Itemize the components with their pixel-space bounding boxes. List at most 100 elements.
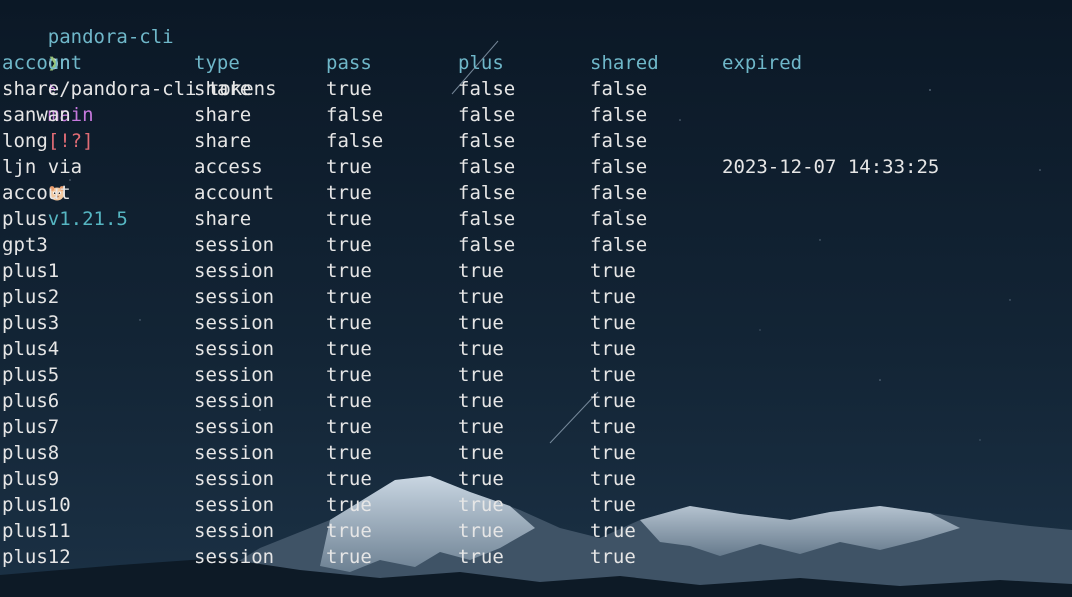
cell-plus: false: [458, 78, 516, 100]
cell-pass: true: [326, 312, 372, 334]
table-row: plus share true false false: [2, 206, 1002, 232]
cell-plus: true: [458, 260, 504, 282]
table-row: plus10 session true true true: [2, 492, 1002, 518]
table-row: plus3 session true true true: [2, 310, 1002, 336]
cell-shared: true: [590, 546, 636, 568]
table-row: share share true false false: [2, 76, 1002, 102]
cell-shared: false: [590, 208, 648, 230]
terminal-window[interactable]: pandora-cli on main [!?] via v1.21.5 ❯ .…: [0, 0, 1072, 597]
table-row: accout account true false false: [2, 180, 1002, 206]
cell-type: session: [194, 520, 275, 542]
header-account: account: [2, 52, 83, 74]
cell-account: plus6: [2, 390, 60, 412]
cell-plus: true: [458, 494, 504, 516]
table-row: plus4 session true true true: [2, 336, 1002, 362]
cell-shared: false: [590, 234, 648, 256]
cell-account: plus9: [2, 468, 60, 490]
cell-type: session: [194, 442, 275, 464]
cell-shared: false: [590, 104, 648, 126]
cell-type: share: [194, 130, 252, 152]
cell-type: account: [194, 182, 275, 204]
table-row: plus9 session true true true: [2, 466, 1002, 492]
table-row: plus12 session true true true: [2, 544, 1002, 570]
cell-plus: true: [458, 442, 504, 464]
cell-pass: true: [326, 390, 372, 412]
cell-account: plus2: [2, 286, 60, 308]
cell-pass: true: [326, 78, 372, 100]
cell-type: session: [194, 546, 275, 568]
cell-account: plus10: [2, 494, 71, 516]
cell-pass: true: [326, 234, 372, 256]
cell-type: session: [194, 234, 275, 256]
table-row: plus5 session true true true: [2, 362, 1002, 388]
cell-plus: true: [458, 286, 504, 308]
table-row: plus7 session true true true: [2, 414, 1002, 440]
cell-account: plus12: [2, 546, 71, 568]
cell-shared: true: [590, 442, 636, 464]
cell-account: plus4: [2, 338, 60, 360]
cell-shared: false: [590, 130, 648, 152]
cell-pass: true: [326, 442, 372, 464]
cell-pass: true: [326, 364, 372, 386]
cell-account: sanwan: [2, 104, 71, 126]
cell-type: session: [194, 494, 275, 516]
prompt-line: pandora-cli on main [!?] via v1.21.5: [2, 0, 174, 230]
cell-pass: true: [326, 208, 372, 230]
cell-account: share: [2, 78, 60, 100]
header-expired: expired: [722, 52, 803, 74]
cell-account: accout: [2, 182, 71, 204]
cell-plus: false: [458, 156, 516, 178]
cell-account: ljn: [2, 156, 37, 178]
table-row: plus2 session true true true: [2, 284, 1002, 310]
cell-pass: true: [326, 182, 372, 204]
cell-pass: true: [326, 468, 372, 490]
cell-plus: false: [458, 104, 516, 126]
header-shared: shared: [590, 52, 659, 74]
cell-pass: false: [326, 130, 384, 152]
cell-account: gpt3: [2, 234, 48, 256]
cell-account: plus1: [2, 260, 60, 282]
cell-plus: false: [458, 234, 516, 256]
cell-plus: true: [458, 468, 504, 490]
cell-type: session: [194, 468, 275, 490]
cell-type: session: [194, 338, 275, 360]
cell-pass: true: [326, 520, 372, 542]
cell-account: plus8: [2, 442, 60, 464]
cell-type: share: [194, 78, 252, 100]
cell-shared: true: [590, 286, 636, 308]
cell-pass: true: [326, 494, 372, 516]
table-row: plus11 session true true true: [2, 518, 1002, 544]
header-plus: plus: [458, 52, 504, 74]
command-line: ❯ ./pandora-cli tokens: [2, 24, 277, 100]
cell-type: session: [194, 364, 275, 386]
cell-account: plus7: [2, 416, 60, 438]
cell-account: long: [2, 130, 48, 152]
cell-shared: true: [590, 338, 636, 360]
cell-plus: true: [458, 546, 504, 568]
cell-shared: true: [590, 390, 636, 412]
cell-type: session: [194, 286, 275, 308]
cell-shared: true: [590, 260, 636, 282]
cell-shared: true: [590, 468, 636, 490]
cell-shared: true: [590, 416, 636, 438]
cell-plus: true: [458, 338, 504, 360]
cell-type: share: [194, 208, 252, 230]
header-pass: pass: [326, 52, 372, 74]
cell-pass: true: [326, 260, 372, 282]
cell-pass: false: [326, 104, 384, 126]
cell-shared: true: [590, 494, 636, 516]
cell-plus: true: [458, 364, 504, 386]
cell-expired: 2023-12-07 14:33:25: [722, 156, 940, 178]
cell-account: plus3: [2, 312, 60, 334]
cell-shared: true: [590, 364, 636, 386]
cell-account: plus: [2, 208, 48, 230]
cell-type: access: [194, 156, 263, 178]
cell-pass: true: [326, 156, 372, 178]
cell-account: plus11: [2, 520, 71, 542]
table-row: ljn access true false false 2023-12-07 14:33:…: [2, 154, 1002, 180]
table-row: plus1 session true true true: [2, 258, 1002, 284]
cell-type: session: [194, 260, 275, 282]
cell-shared: false: [590, 182, 648, 204]
header-type: type: [194, 52, 240, 74]
cell-shared: false: [590, 156, 648, 178]
